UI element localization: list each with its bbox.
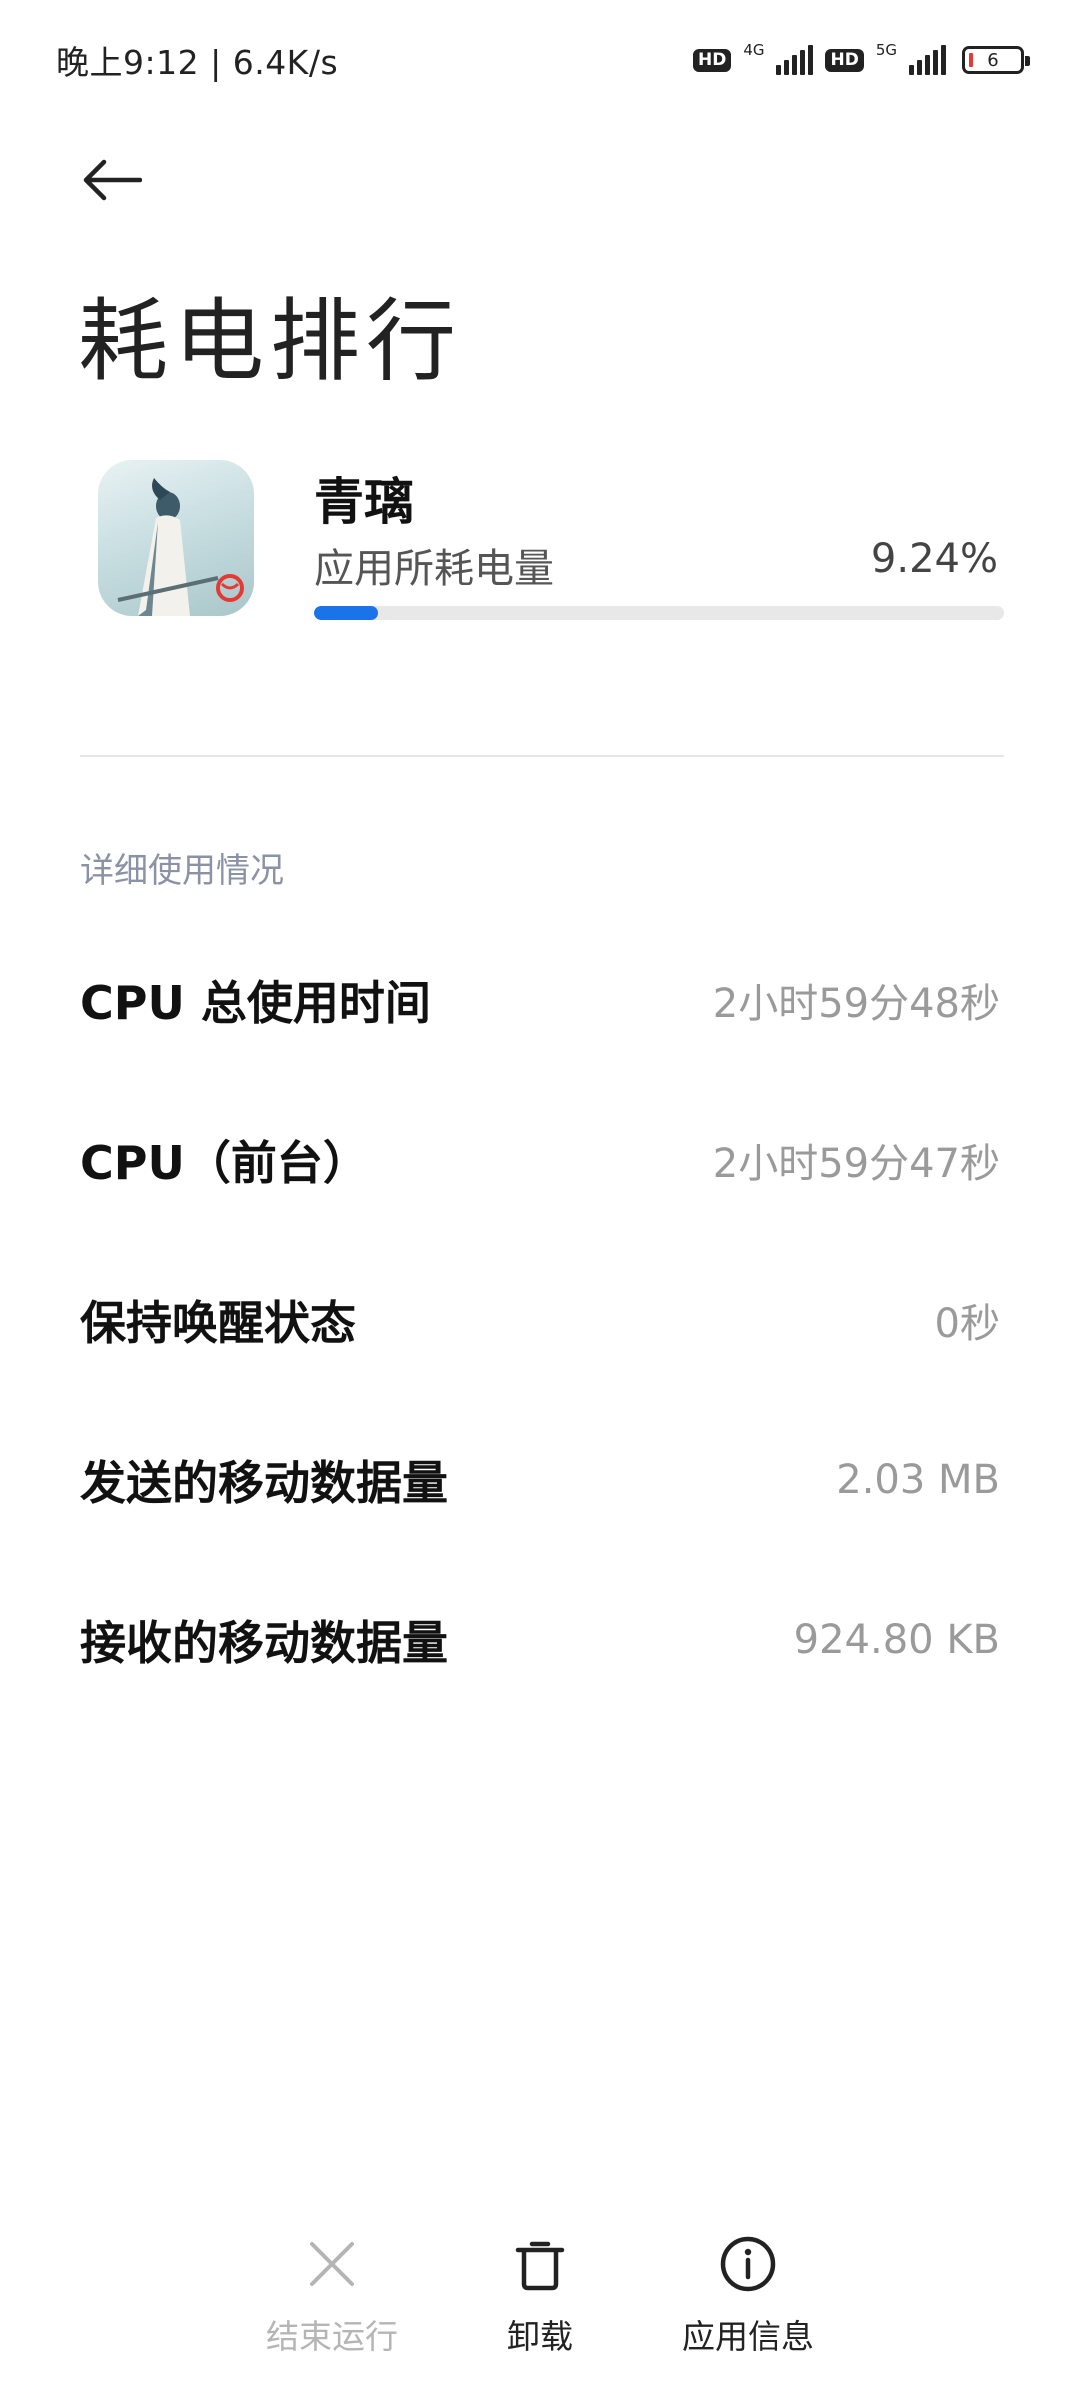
uninstall-button[interactable]: 卸载 [465,2232,615,2372]
battery-icon: 6 [962,46,1030,74]
app-info-label: 应用信息 [682,2317,814,2356]
usage-progress-bar [314,606,1004,620]
detail-row-keep-awake: 保持唤醒状态 0秒 [0,1240,1080,1400]
status-icons: HD 4G HD 5G 6 [692,41,1030,75]
detail-value: 0秒 [934,1301,1000,1347]
trash-icon [508,2232,572,2296]
detail-value: 2小时59分47秒 [712,1141,1000,1187]
status-time-speed: 晚上9:12 | 6.4K/s [56,43,339,82]
app-icon [98,460,254,616]
detail-label: 保持唤醒状态 [80,1296,356,1350]
usage-progress-fill [314,606,378,620]
force-stop-label: 结束运行 [266,2317,398,2356]
force-stop-button[interactable]: 结束运行 [257,2232,407,2372]
detail-row-cpu-total: CPU 总使用时间 2小时59分48秒 [0,920,1080,1080]
uninstall-label: 卸载 [507,2317,573,2356]
detail-value: 2小时59分48秒 [712,981,1000,1027]
detail-label: CPU（前台） [80,1136,369,1190]
divider [80,755,1004,757]
detail-label: 接收的移动数据量 [80,1616,448,1670]
detail-label: 发送的移动数据量 [80,1456,448,1510]
detail-label: CPU 总使用时间 [80,976,431,1030]
network-type-label: 5G [875,41,897,59]
detail-value: 2.03 MB [836,1457,1000,1503]
detail-value: 924.80 KB [793,1617,1000,1663]
hd-badge: HD [692,48,732,72]
app-info-button[interactable]: 应用信息 [673,2232,823,2372]
detail-list: CPU 总使用时间 2小时59分48秒 CPU（前台） 2小时59分47秒 保持… [0,920,1080,1720]
page-title: 耗电排行 [78,289,462,394]
hd-badge: HD [825,48,864,72]
battery-level-text: 6 [987,49,999,71]
detail-row-data-received: 接收的移动数据量 924.80 KB [0,1560,1080,1720]
signal-strength-icon [909,45,946,75]
usage-label: 应用所耗电量 [314,546,554,592]
bottom-action-bar: 结束运行 卸载 应用信息 [0,2232,1080,2372]
network-type-label: 4G [743,41,765,59]
battery-usage-screen: 晚上9:12 | 6.4K/s HD 4G HD 5G 6 耗电排行 青璃 应用… [0,0,1080,2400]
detail-row-cpu-foreground: CPU（前台） 2小时59分47秒 [0,1080,1080,1240]
usage-percent: 9.24% [870,536,998,582]
app-icon-artwork [117,478,244,616]
app-name: 青璃 [314,473,414,531]
info-icon [716,2232,780,2296]
signal-strength-icon [776,45,814,75]
status-bar: 晚上9:12 | 6.4K/s HD 4G HD 5G 6 [0,0,1080,120]
detail-row-data-sent: 发送的移动数据量 2.03 MB [0,1400,1080,1560]
back-arrow-icon [83,159,142,201]
section-title: 详细使用情况 [80,851,284,891]
close-icon [300,2232,364,2296]
back-button[interactable] [72,140,152,220]
